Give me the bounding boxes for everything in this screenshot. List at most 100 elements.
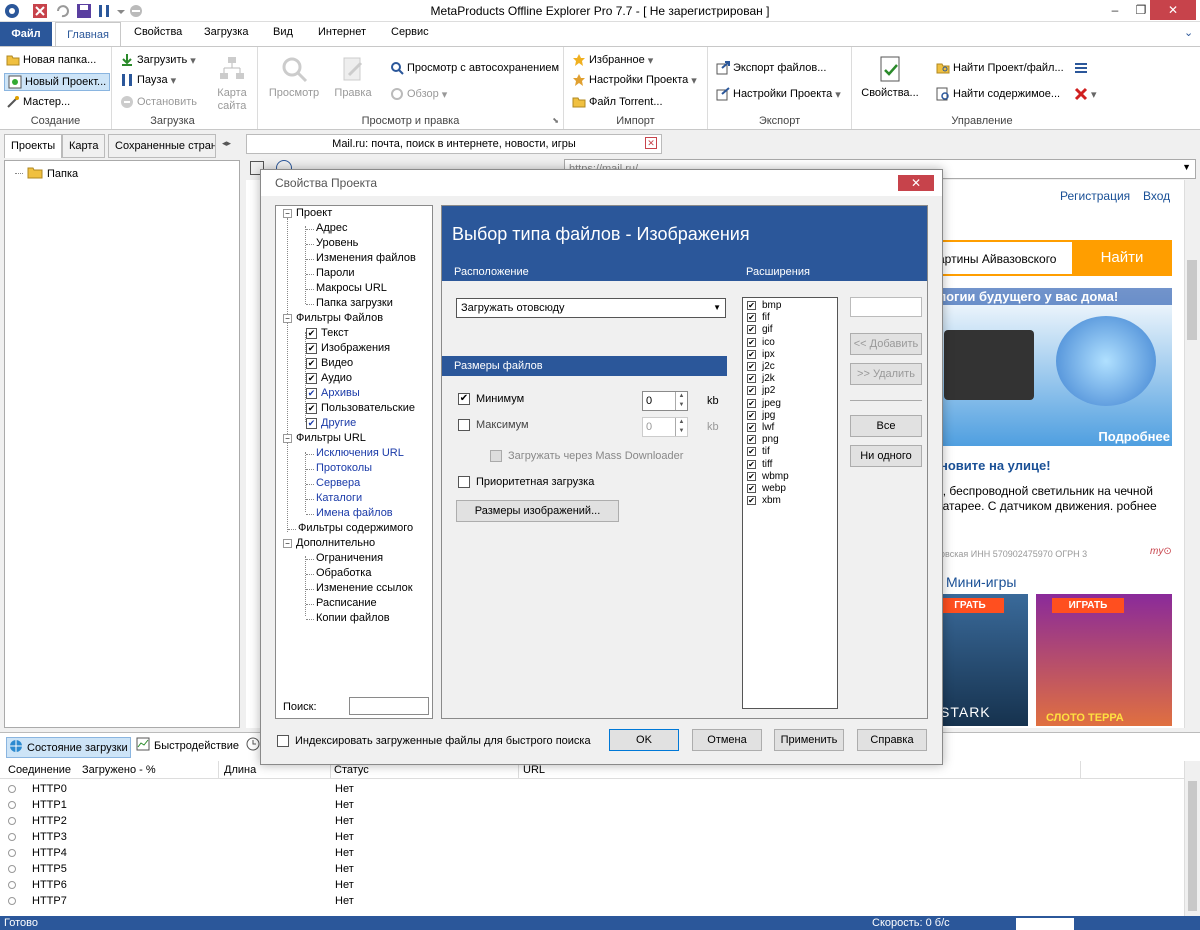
game-card-1[interactable]: ГРАТЬ STARK <box>936 594 1028 726</box>
col-length[interactable]: Длина <box>224 764 256 776</box>
tab-download-status[interactable]: Состояние загрузки <box>6 737 131 758</box>
spin-arrows-icon[interactable]: ▲ ▼ <box>675 418 687 436</box>
tab-projects[interactable]: Проекты <box>4 134 63 158</box>
checkbox-icon[interactable] <box>458 476 470 488</box>
ad-title[interactable]: новите на улице! <box>940 458 1051 473</box>
find-project-button[interactable]: Найти Проект/файл... <box>936 61 1064 75</box>
checkbox-icon[interactable]: ✔ <box>306 402 317 414</box>
tree-link-changes[interactable]: Изменение ссылок <box>306 582 413 594</box>
extension-item[interactable]: ✔ tif <box>747 446 770 457</box>
extension-item[interactable]: ✔ xbm <box>747 495 781 506</box>
view-button[interactable]: Просмотр <box>264 55 324 99</box>
tab-properties[interactable]: Свойства <box>134 26 182 38</box>
site-map-button[interactable]: Карта сайта <box>212 55 252 113</box>
extension-item[interactable]: ✔ gif <box>747 324 773 335</box>
min-size-checkbox[interactable]: ✔ Минимум <box>458 393 524 405</box>
extension-item[interactable]: ✔ wbmp <box>747 471 789 482</box>
checkbox-icon[interactable] <box>277 735 289 747</box>
tree-content-filters[interactable]: Фильтры содержимого <box>288 522 413 534</box>
image-sizes-button[interactable]: Размеры изображений... <box>456 500 619 522</box>
checkbox-icon[interactable]: ✔ <box>747 459 756 469</box>
checkbox-icon[interactable]: ✔ <box>747 362 756 371</box>
location-select[interactable]: Загружать отовсюду ▼ <box>456 298 726 318</box>
close-window-button[interactable]: ✕ <box>1150 0 1196 20</box>
tree-other[interactable]: ✔ Другие <box>306 417 356 429</box>
find-content-button[interactable]: Найти содержимое... <box>936 87 1060 101</box>
tree-custom[interactable]: ✔ Пользовательские <box>306 402 415 414</box>
checkbox-icon[interactable]: ✔ <box>306 387 317 399</box>
table-row[interactable]: HTTP5 Нет <box>0 861 1184 877</box>
favorites-button[interactable]: Избранное ▾ <box>572 53 653 67</box>
tree-processing[interactable]: Обработка <box>306 567 371 579</box>
checkbox-icon[interactable]: ✔ <box>458 393 470 405</box>
extension-input[interactable] <box>850 297 922 317</box>
group-expand-icon[interactable]: ⬊ <box>552 116 559 125</box>
extension-item[interactable]: ✔ bmp <box>747 300 781 311</box>
delete-icon[interactable]: ▾ <box>1074 87 1097 101</box>
clock-icon[interactable] <box>246 737 260 751</box>
tree-catalogs[interactable]: Каталоги <box>306 492 362 504</box>
wizard-button[interactable]: Мастер... <box>6 95 70 109</box>
extension-item[interactable]: ✔ webp <box>747 483 786 494</box>
select-all-button[interactable]: Все <box>850 415 922 437</box>
extension-item[interactable]: ✔ j2k <box>747 373 775 384</box>
priority-checkbox[interactable]: Приоритетная загрузка <box>458 476 594 488</box>
table-scroll-thumb[interactable] <box>1188 781 1197 911</box>
dialog-close-button[interactable]: ✕ <box>898 175 934 191</box>
tree-video[interactable]: ✔ Видео <box>306 357 353 369</box>
extension-item[interactable]: ✔ fif <box>747 312 770 323</box>
checkbox-icon[interactable]: ✔ <box>747 313 756 323</box>
checkbox-icon[interactable]: ✔ <box>747 349 756 359</box>
tree-file-filters[interactable]: − Фильтры Файлов <box>283 312 383 324</box>
tab-file[interactable]: Файл <box>0 22 52 46</box>
table-row[interactable]: HTTP1 Нет <box>0 797 1184 813</box>
checkbox-icon[interactable]: ✔ <box>747 410 756 420</box>
tree-archives[interactable]: ✔ Архивы <box>306 387 360 399</box>
add-extension-button[interactable]: << Добавить <box>850 333 922 355</box>
stop-button[interactable]: Остановить <box>120 95 197 109</box>
checkbox-icon[interactable]: ✔ <box>747 337 756 347</box>
pause-button[interactable]: Пауза ▾ <box>120 73 176 87</box>
help-expand-icon[interactable]: ⌄ <box>1184 26 1193 39</box>
tree-file-changes[interactable]: Изменения файлов <box>306 252 416 264</box>
tab-saved-pages[interactable]: Сохраненные страни <box>108 134 216 158</box>
extension-item[interactable]: ✔ jpg <box>747 410 775 421</box>
checkbox-icon[interactable]: ✔ <box>747 447 756 457</box>
checkbox-icon[interactable]: ✔ <box>747 325 756 335</box>
tab-view[interactable]: Вид <box>273 26 293 38</box>
document-tab[interactable]: Mail.ru: почта, поиск в интернете, новос… <box>246 134 662 154</box>
checkbox-icon[interactable]: ✔ <box>747 496 756 506</box>
help-button[interactable]: Справка <box>857 729 927 751</box>
max-size-input[interactable]: 0 ▲ ▼ <box>642 417 688 437</box>
checkbox-icon[interactable]: ✔ <box>747 423 756 432</box>
checkbox-icon[interactable] <box>490 450 502 462</box>
extension-item[interactable]: ✔ j2c <box>747 361 775 372</box>
ad-image[interactable]: логии будущего у вас дома! Подробнее <box>936 286 1172 446</box>
tree-limits[interactable]: Ограничения <box>306 552 383 564</box>
mini-games-link[interactable]: Мини-игры <box>946 574 1016 590</box>
select-none-button[interactable]: Ни одного <box>850 445 922 467</box>
checkbox-icon[interactable]: ✔ <box>747 471 756 481</box>
checkbox-icon[interactable]: ✔ <box>306 417 317 429</box>
address-dropdown-icon[interactable]: ▼ <box>1182 162 1191 172</box>
download-button[interactable]: Загрузить ▾ <box>120 53 196 67</box>
tab-service[interactable]: Сервис <box>391 26 429 38</box>
table-row[interactable]: HTTP2 Нет <box>0 813 1184 829</box>
close-tab-icon[interactable]: ✕ <box>645 137 657 149</box>
max-size-checkbox[interactable]: Максимум <box>458 419 529 431</box>
tree-advanced[interactable]: − Дополнительно <box>283 537 375 549</box>
export-settings-button[interactable]: Настройки Проекта ▾ <box>716 87 841 101</box>
mass-downloader-checkbox[interactable]: Загружать через Mass Downloader <box>490 450 683 462</box>
tree-file-copies[interactable]: Копии файлов <box>306 612 390 624</box>
properties-button[interactable]: Свойства... <box>858 55 922 99</box>
checkbox-icon[interactable]: ✔ <box>747 435 756 445</box>
collapse-icon[interactable]: − <box>283 208 292 218</box>
collapse-icon[interactable]: − <box>283 433 292 443</box>
tree-project[interactable]: − Проект <box>283 207 332 219</box>
autosave-view-button[interactable]: Просмотр с автосохранением <box>390 61 559 75</box>
tree-schedule[interactable]: Расписание <box>306 597 377 609</box>
extension-item[interactable]: ✔ tiff <box>747 459 772 470</box>
tree-search-input[interactable] <box>349 697 429 715</box>
new-project-button[interactable]: Новый Проект... <box>4 73 111 91</box>
col-downloaded[interactable]: Загружено - % <box>82 764 156 776</box>
